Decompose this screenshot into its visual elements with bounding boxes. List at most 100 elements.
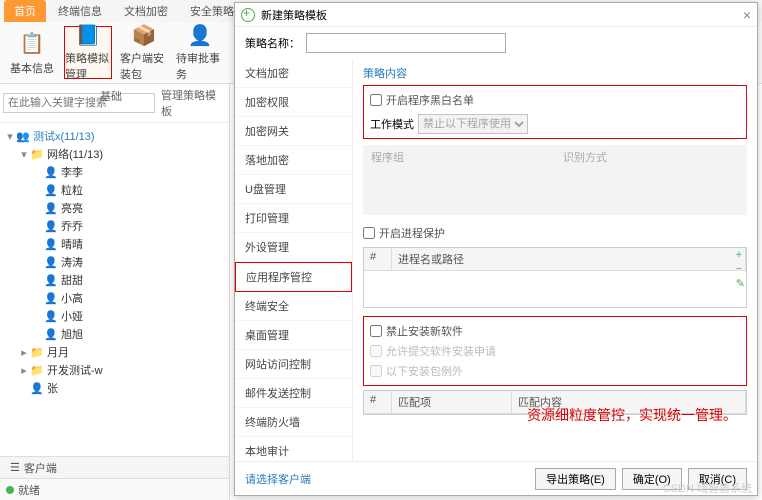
node-label: 旭旭 [61, 326, 83, 342]
node-icon: 👤 [44, 328, 58, 341]
watermark: CSDN 域智盾系统 [663, 480, 752, 496]
tree-node[interactable]: 👤旭旭 [2, 325, 227, 343]
category-item[interactable]: 文档加密 [235, 59, 352, 88]
ribbon-label: 策略模拟管理 [65, 50, 111, 82]
ribbon-icon: 📦 [130, 23, 158, 48]
export-button[interactable]: 导出策略(E) [535, 468, 616, 490]
category-list: 文档加密加密权限加密网关落地加密U盘管理打印管理外设管理应用程序管控终端安全桌面… [235, 59, 353, 461]
category-item[interactable]: U盘管理 [235, 175, 352, 204]
forbid-install-label: 禁止安装新软件 [386, 323, 463, 339]
manage-template-label[interactable]: 管理策略模板 [161, 87, 226, 119]
node-label: 张 [47, 380, 58, 396]
expand-icon[interactable]: ▸ [18, 346, 30, 359]
ribbon-item[interactable]: 📋 基本信息 [8, 26, 56, 79]
client-tab-label: 客户端 [24, 460, 57, 476]
category-item[interactable]: 网站访问控制 [235, 350, 352, 379]
th-index2: # [364, 391, 392, 413]
category-item[interactable]: 终端防火墙 [235, 408, 352, 437]
node-label: 乔乔 [61, 218, 83, 234]
ribbon-item[interactable]: 👤待审批事务 [176, 26, 224, 79]
tree-node[interactable]: 👤涛涛 [2, 253, 227, 271]
forbid-install-checkbox[interactable] [370, 325, 382, 337]
left-pane: 管理策略模板 ▾👥测试x(11/13)▾📁网络(11/13)👤李李👤粒粒👤亮亮👤… [0, 84, 230, 500]
top-tab[interactable]: 终端信息 [48, 0, 112, 22]
node-label: 甜甜 [61, 272, 83, 288]
node-label: 粒粒 [61, 182, 83, 198]
work-mode-select[interactable]: 禁止以下程序使用 [418, 114, 528, 134]
ribbon-icon: 👤 [186, 23, 214, 48]
tree-node[interactable]: ▾📁网络(11/13) [2, 145, 227, 163]
ribbon-icon: 📘 [74, 23, 102, 48]
search-input[interactable] [3, 93, 155, 113]
close-icon[interactable]: × [743, 7, 751, 23]
program-panel: 程序组 识别方式 [363, 145, 747, 215]
except-package-checkbox [370, 365, 382, 377]
tree-node[interactable]: 👤小高 [2, 289, 227, 307]
ribbon-item[interactable]: 📘策略模拟管理 [64, 26, 112, 79]
tree-node[interactable]: 👤李李 [2, 163, 227, 181]
select-client-link[interactable]: 请选择客户端 [245, 471, 311, 487]
category-item[interactable]: 落地加密 [235, 146, 352, 175]
tree-node[interactable]: 👤张 [2, 379, 227, 397]
node-label: 李李 [61, 164, 83, 180]
expand-icon[interactable]: ▾ [18, 148, 30, 161]
recognition-col: 识别方式 [555, 145, 747, 215]
node-label: 月月 [47, 344, 69, 360]
tree-node[interactable]: 👤亮亮 [2, 199, 227, 217]
node-icon: 👤 [30, 382, 44, 395]
category-item[interactable]: 本地审计 [235, 437, 352, 461]
node-label: 小高 [61, 290, 83, 306]
node-icon: 📁 [30, 148, 44, 161]
section-title: 策略内容 [363, 65, 747, 81]
node-icon: 👤 [44, 166, 58, 179]
client-tab[interactable]: ☰ 客户端 [0, 456, 229, 478]
edit-row-icon[interactable]: ✎ [736, 277, 745, 290]
tree-node[interactable]: ▾👥测试x(11/13) [2, 127, 227, 145]
enable-whitelist-checkbox[interactable] [370, 94, 382, 106]
category-item[interactable]: 应用程序管控 [235, 262, 352, 292]
expand-icon[interactable]: ▾ [4, 130, 16, 143]
expand-icon[interactable]: ▸ [18, 364, 30, 377]
node-label: 小娅 [61, 308, 83, 324]
top-tab[interactable]: 首页 [4, 0, 46, 22]
tree-node[interactable]: ▸📁月月 [2, 343, 227, 361]
node-label: 开发测试-w [47, 362, 103, 378]
annotation-text: 资源细粒度管控，实现统一管理。 [527, 405, 737, 425]
category-item[interactable]: 邮件发送控制 [235, 379, 352, 408]
dialog-titlebar: 新建策略模板 × [235, 3, 757, 27]
ribbon-group-label: 基础 [100, 88, 122, 104]
tree-node[interactable]: 👤晴晴 [2, 235, 227, 253]
node-label: 亮亮 [61, 200, 83, 216]
remove-row-icon[interactable]: − [736, 263, 745, 275]
category-item[interactable]: 外设管理 [235, 233, 352, 262]
policy-name-input[interactable] [306, 33, 506, 53]
ribbon-label: 客户端安装包 [120, 50, 168, 82]
node-icon: 👤 [44, 292, 58, 305]
tree-node[interactable]: ▸📁开发测试-w [2, 361, 227, 379]
tree-node[interactable]: 👤甜甜 [2, 271, 227, 289]
ribbon-label: 基本信息 [10, 60, 54, 76]
category-item[interactable]: 桌面管理 [235, 321, 352, 350]
dialog-icon [241, 8, 255, 22]
ribbon-icon: 📋 [18, 30, 46, 58]
top-tab[interactable]: 文档加密 [114, 0, 178, 22]
category-item[interactable]: 加密权限 [235, 88, 352, 117]
menu-icon: ☰ [10, 461, 20, 474]
th-process: 进程名或路径 [392, 248, 746, 270]
enable-whitelist-label: 开启程序黑白名单 [386, 92, 474, 108]
node-label: 测试x(11/13) [33, 128, 95, 144]
policy-name-label: 策略名称： [245, 35, 300, 51]
tree-node[interactable]: 👤小娅 [2, 307, 227, 325]
category-item[interactable]: 终端安全 [235, 292, 352, 321]
add-row-icon[interactable]: + [736, 249, 745, 261]
category-item[interactable]: 打印管理 [235, 204, 352, 233]
ribbon-item[interactable]: 📦客户端安装包 [120, 26, 168, 79]
tree-node[interactable]: 👤乔乔 [2, 217, 227, 235]
status-text: 就绪 [18, 482, 40, 498]
whitelist-section: 开启程序黑白名单 工作模式 禁止以下程序使用 [363, 85, 747, 139]
category-item[interactable]: 加密网关 [235, 117, 352, 146]
tree-node[interactable]: 👤粒粒 [2, 181, 227, 199]
policy-content: 策略内容 开启程序黑白名单 工作模式 禁止以下程序使用 程序组 识别方式 开启进… [353, 59, 757, 461]
node-icon: 👤 [44, 220, 58, 233]
process-protect-checkbox[interactable] [363, 227, 375, 239]
